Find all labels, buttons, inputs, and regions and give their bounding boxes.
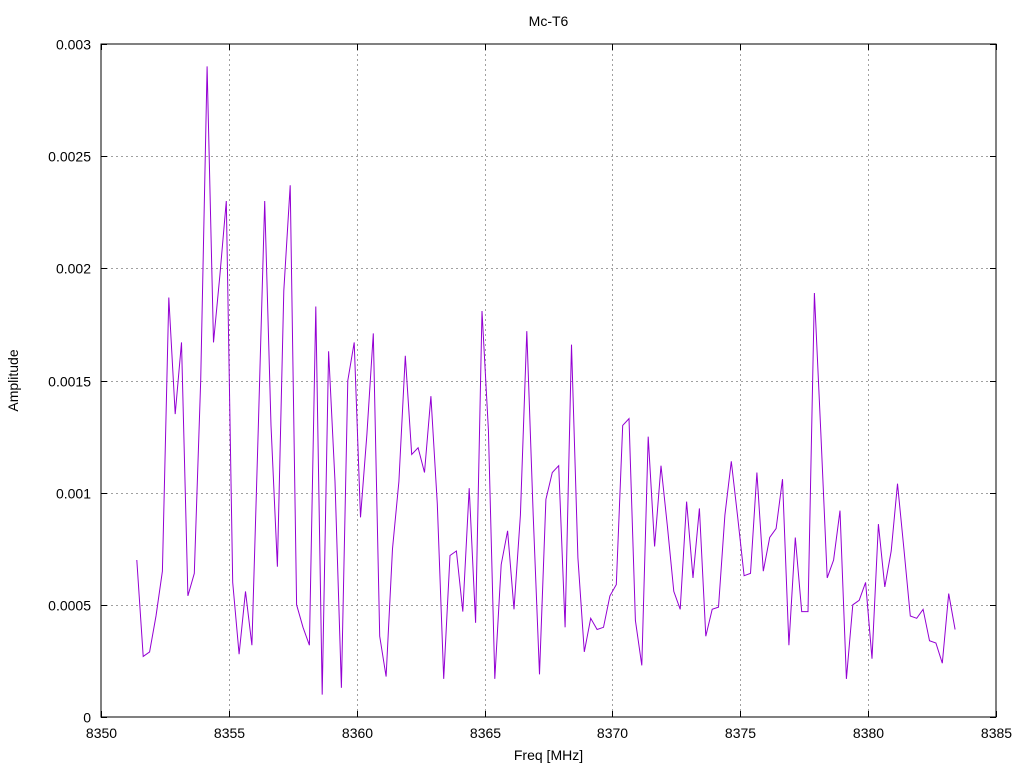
x-tick-label: 8375 <box>725 725 756 741</box>
line-chart: 8350 8355 8360 8365 8370 8375 8380 8385 0 0.0005… <box>5 13 1012 763</box>
x-tick-label: 8380 <box>853 725 884 741</box>
x-tick-label: 8370 <box>597 725 628 741</box>
x-tick-label: 8350 <box>86 725 117 741</box>
chart-title: Mc-T6 <box>529 13 569 29</box>
y-tick-label: 0.0025 <box>48 149 91 165</box>
y-axis-label: Amplitude <box>5 349 21 411</box>
y-tick-label: 0 <box>83 710 91 726</box>
x-axis-label: Freq [MHz] <box>514 747 583 763</box>
y-tick-label: 0.0005 <box>48 598 91 614</box>
y-tick-label: 0.002 <box>56 261 91 277</box>
x-tick-label: 8360 <box>342 725 373 741</box>
y-tick-label: 0.001 <box>56 486 91 502</box>
series-line <box>136 66 956 695</box>
y-tick-labels: 0 0.0005 0.001 0.0015 0.002 0.0025 0.003 <box>48 37 91 726</box>
x-tick-label: 8365 <box>470 725 501 741</box>
x-tick-labels: 8350 8355 8360 8365 8370 8375 8380 8385 <box>86 725 1012 741</box>
y-tick-label: 0.003 <box>56 37 91 53</box>
x-tick-label: 8385 <box>981 725 1012 741</box>
x-tick-label: 8355 <box>214 725 245 741</box>
y-tick-label: 0.0015 <box>48 374 91 390</box>
